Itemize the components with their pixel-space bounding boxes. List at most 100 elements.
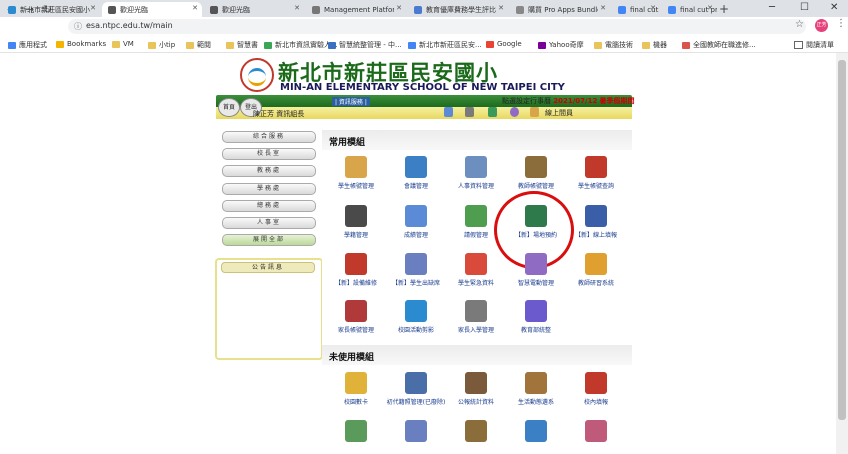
tab-3[interactable]: Management Platform✕ [306, 2, 406, 17]
module-icon [585, 253, 607, 275]
bookmark-2[interactable]: VM [112, 40, 134, 48]
bookmark-11[interactable]: 電腦技術 [594, 40, 633, 50]
module-common-4[interactable]: 學生帳號查詢 [566, 156, 626, 190]
tab-6[interactable]: final cut pro vs final c✕ [612, 2, 660, 17]
module-unused-6[interactable] [386, 420, 446, 445]
bookmark-folder-icon [112, 40, 120, 48]
online-users-label[interactable]: 線上間員 [545, 108, 573, 118]
bookmark-12[interactable]: 機器 [642, 40, 667, 50]
tab-close-icon[interactable]: ✕ [396, 4, 402, 12]
module-common-14[interactable]: 教師研習系統 [566, 253, 626, 287]
module-unused-2[interactable]: 公報統計資料 [446, 372, 506, 406]
reading-list[interactable]: 閱讀清單 [794, 40, 834, 50]
tab-close-icon[interactable]: ✕ [294, 4, 300, 12]
bookmark-6[interactable]: 新北市資訊實驗人... [264, 40, 338, 50]
bookmark-0[interactable]: 應用程式 [8, 40, 47, 50]
module-icon [345, 156, 367, 178]
module-label: 成績管理 [403, 232, 428, 239]
maximize-icon[interactable]: ☐ [800, 2, 809, 13]
scrollbar-thumb[interactable] [838, 60, 846, 420]
printer-icon[interactable] [488, 107, 497, 117]
bookmark-3[interactable]: 小tip [148, 40, 175, 50]
module-common-3[interactable]: 教師帳號管理 [506, 156, 566, 190]
module-unused-1[interactable]: 初代籍照管理(已廢除) [386, 372, 446, 406]
bookmark-13[interactable]: 全國教師在職進修... [682, 40, 756, 50]
module-unused-3[interactable]: 生活動態遴系 [506, 372, 566, 406]
online-users-icon[interactable] [530, 107, 539, 117]
module-unused-9[interactable] [566, 420, 626, 445]
tab-0[interactable]: 新北市新莊區民安國小 ✕ [2, 2, 100, 17]
module-icon [525, 372, 547, 394]
menu-icon[interactable]: ⋮ [836, 18, 846, 29]
url-text[interactable]: esa.ntpc.edu.tw/main [86, 21, 173, 30]
module-common-5[interactable]: 學籍管理 [326, 205, 386, 239]
school-logo-icon [240, 58, 274, 92]
module-common-8[interactable]: 【新】場地預約 [506, 205, 566, 239]
sidebar-item-6[interactable]: 展開全部 [222, 234, 316, 246]
tab-4[interactable]: 教育優庫費務學生評比 ✕ [408, 2, 508, 17]
sidebar-item-0[interactable]: 綜合服務 [222, 131, 316, 143]
tab-close-icon[interactable]: ✕ [498, 4, 504, 12]
address-bar[interactable] [68, 19, 806, 34]
tab-2[interactable]: 歡迎光臨 ✕ [204, 2, 304, 17]
module-unused-5[interactable] [326, 420, 386, 445]
mail-icon[interactable] [444, 107, 453, 117]
module-common-18[interactable]: 教育部統整 [506, 300, 566, 334]
tab-close-icon[interactable]: ✕ [192, 4, 198, 12]
sidebar-item-4[interactable]: 總務處 [222, 200, 316, 212]
module-unused-8[interactable] [506, 420, 566, 445]
tab-7[interactable]: final cut pro vs final c✕ [662, 2, 717, 17]
settings-icon[interactable] [465, 107, 474, 117]
module-common-15[interactable]: 家長帳號管理 [326, 300, 386, 334]
tab-close-icon[interactable]: ✕ [650, 4, 656, 12]
module-common-12[interactable]: 學生緊急資料 [446, 253, 506, 287]
tab-5[interactable]: 購買 Pro Apps Bundle ✕ [510, 2, 610, 17]
module-common-13[interactable]: 智慧電動管理 [506, 253, 566, 287]
module-unused-7[interactable] [446, 420, 506, 445]
module-icon [345, 372, 367, 394]
module-common-11[interactable]: 【新】學生出缺席 [386, 253, 446, 287]
module-label: 校園數卡 [343, 399, 368, 406]
tab-1[interactable]: 歡迎光臨 ✕ [102, 2, 202, 17]
info-icon[interactable] [510, 107, 519, 117]
new-tab-button[interactable]: + [719, 2, 729, 16]
module-common-7[interactable]: 請假管理 [446, 205, 506, 239]
term-status: 暑季假期間 [599, 97, 635, 105]
minimize-icon[interactable]: ─ [769, 2, 775, 13]
module-common-17[interactable]: 家長入學管理 [446, 300, 506, 334]
module-common-10[interactable]: 【新】設備維修 [326, 253, 386, 287]
module-common-0[interactable]: 學生帳號管理 [326, 156, 386, 190]
bookmark-9[interactable]: Google [486, 40, 522, 48]
bookmark-star-icon[interactable]: ☆ [795, 19, 804, 30]
tab-close-icon[interactable]: ✕ [600, 4, 606, 12]
bookmark-10[interactable]: Yahoo奇摩 [538, 40, 584, 50]
sidebar-item-1[interactable]: 校長室 [222, 148, 316, 160]
sidebar-item-3[interactable]: 學務處 [222, 183, 316, 195]
sidebar-item-2[interactable]: 教務處 [222, 165, 316, 177]
bookmark-4[interactable]: 範閱 [186, 40, 211, 50]
module-label: 【新】線上填報 [574, 232, 617, 239]
bookmark-7[interactable]: 智慧統整管理 - 中... [328, 40, 402, 50]
module-common-9[interactable]: 【新】線上填報 [566, 205, 626, 239]
tab-close-icon[interactable]: ✕ [707, 4, 713, 12]
sidebar-item-5[interactable]: 人事室 [222, 217, 316, 229]
module-common-2[interactable]: 人事資料管理 [446, 156, 506, 190]
profile-avatar[interactable]: 正芳 [815, 19, 828, 32]
module-label: 教師研習系統 [577, 280, 614, 287]
module-icon [525, 205, 547, 227]
module-unused-4[interactable]: 校內填報 [566, 372, 626, 406]
calendar-info[interactable]: 點選設定行事曆 2021/07/12 暑季假期間 [502, 96, 635, 106]
close-window-icon[interactable]: ✕ [830, 2, 838, 13]
bookmark-1[interactable]: Bookmarks [56, 40, 106, 48]
tab-close-icon[interactable]: ✕ [90, 4, 96, 12]
bookmark-8[interactable]: 新北市新莊區民安... [408, 40, 482, 50]
common-modules-header: 常用模組 [322, 130, 632, 150]
bookmark-5[interactable]: 智慧書 [226, 40, 258, 50]
info-service-link[interactable]: | 資訊服務 | [332, 97, 370, 106]
module-label: 校園活動剪影 [397, 327, 434, 334]
module-common-16[interactable]: 校園活動剪影 [386, 300, 446, 334]
module-common-1[interactable]: 會議管理 [386, 156, 446, 190]
module-unused-0[interactable]: 校園數卡 [326, 372, 386, 406]
home-button[interactable]: 首頁 [218, 98, 240, 117]
module-common-6[interactable]: 成績管理 [386, 205, 446, 239]
